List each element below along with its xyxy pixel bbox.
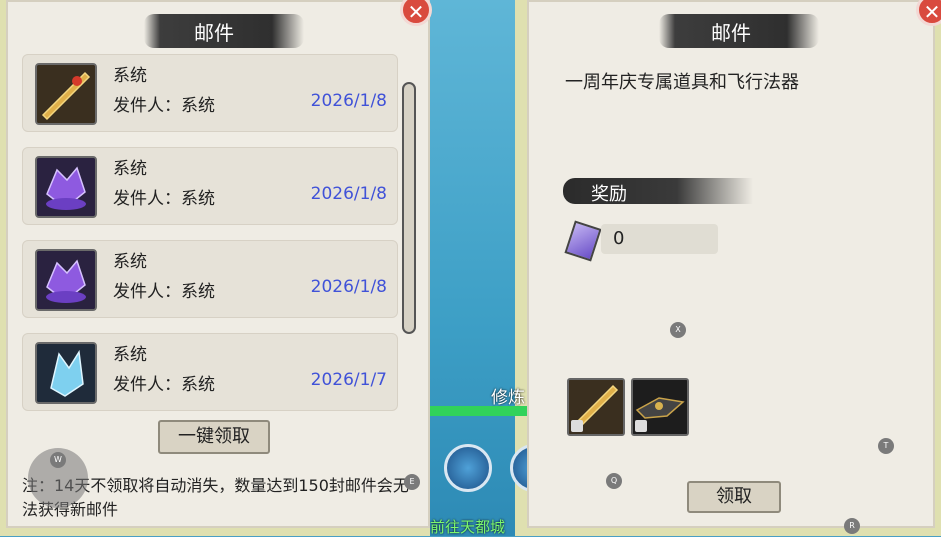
reward-item-slot[interactable] bbox=[567, 378, 625, 436]
npc-label: 修炼 bbox=[491, 388, 525, 408]
mail-title: 系统 bbox=[113, 66, 147, 86]
purple-crystal-icon bbox=[35, 249, 97, 311]
mail-sender: 发件人：系统 bbox=[113, 189, 215, 209]
key-hint-t: T bbox=[878, 438, 894, 454]
mail-list-item[interactable]: 系统 发件人：系统 2026/1/8 bbox=[22, 54, 398, 132]
mail-detail-panel: 邮件 一周年庆专属道具和飞行法器 奖励 0 领取 bbox=[527, 0, 935, 528]
claim-all-button[interactable]: 一键领取 bbox=[158, 420, 270, 454]
mail-title: 系统 bbox=[113, 345, 147, 365]
mail-date: 2026/1/8 bbox=[310, 277, 387, 297]
reward-heading: 奖励 bbox=[591, 184, 627, 205]
lock-icon bbox=[635, 420, 647, 432]
mail-list-item[interactable]: 系统 发件人：系统 2026/1/7 bbox=[22, 333, 398, 411]
purple-crystal-icon bbox=[35, 156, 97, 218]
claim-button[interactable]: 领取 bbox=[687, 481, 781, 513]
key-hint-r: R bbox=[844, 518, 860, 534]
mail-sender: 发件人：系统 bbox=[113, 282, 215, 302]
mail-date: 2026/1/8 bbox=[310, 184, 387, 204]
mail-title: 系统 bbox=[113, 252, 147, 272]
mail-date: 2026/1/8 bbox=[310, 91, 387, 111]
mail-sender: 发件人：系统 bbox=[113, 375, 215, 395]
golden-sword-icon bbox=[35, 63, 97, 125]
panel-title: 邮件 bbox=[194, 21, 234, 45]
mail-date: 2026/1/7 bbox=[310, 370, 387, 390]
currency-amount: 0 bbox=[613, 228, 625, 249]
currency-ticket-icon bbox=[564, 220, 602, 262]
reward-item-slot[interactable] bbox=[631, 378, 689, 436]
key-hint-e: E bbox=[404, 474, 420, 490]
mail-list-item[interactable]: 系统 发件人：系统 2026/1/8 bbox=[22, 240, 398, 318]
goto-quest-label[interactable]: 前往天都城 bbox=[430, 516, 520, 537]
mail-title: 系统 bbox=[113, 159, 147, 179]
mail-sender: 发件人：系统 bbox=[113, 96, 215, 116]
mail-subject: 一周年庆专属道具和飞行法器 bbox=[565, 72, 799, 93]
lock-icon bbox=[571, 420, 583, 432]
key-hint-q: Q bbox=[606, 473, 622, 489]
mail-list-item[interactable]: 系统 发件人：系统 2026/1/8 bbox=[22, 147, 398, 225]
skill-icon[interactable] bbox=[444, 444, 492, 492]
key-hint-w: W bbox=[50, 452, 66, 468]
blue-crystal-icon bbox=[35, 342, 97, 404]
mail-list-scrollbar[interactable] bbox=[402, 82, 416, 334]
key-hint-x: X bbox=[670, 322, 686, 338]
mail-list-panel: 邮件 系统 发件人：系统 2026/1/8 系统 发件人：系统 2026/1/8… bbox=[6, 0, 430, 528]
panel-title: 邮件 bbox=[711, 21, 751, 45]
